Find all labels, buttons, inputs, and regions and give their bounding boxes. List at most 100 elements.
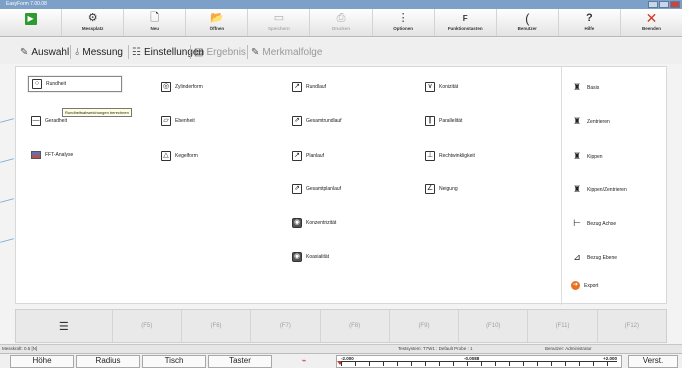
function-keys-icon: F [462, 14, 468, 23]
circle-icon: ○ [32, 79, 42, 89]
f11-button[interactable]: (F11) [528, 310, 598, 342]
perpendicularity-icon: ⊥ [425, 151, 435, 161]
concentricity-icon: ◉ [292, 218, 302, 228]
characteristic-label: Parallelität [439, 118, 463, 124]
function-kippen[interactable]: ♜ Kippen [571, 151, 603, 162]
characteristic-rechtwinkligkeit[interactable]: ⊥ Rechtwinkligkeit [425, 151, 475, 161]
characteristic-label: FFT-Analyse [45, 152, 74, 158]
status-system: Testsystem: T7W1 : Default Probe : 1 [398, 346, 473, 351]
options-icon: ⋮ [397, 12, 409, 24]
total-runout-icon: ⇗ [292, 116, 302, 126]
sequence-icon: ✎ [251, 46, 260, 58]
tab-messung[interactable]: ⫰ Messung [75, 42, 123, 62]
fft-chart-icon [31, 151, 41, 159]
window-close-button[interactable] [670, 1, 680, 8]
f10-button[interactable]: (F10) [459, 310, 529, 342]
straightness-icon: — [31, 116, 41, 126]
tab-divider [128, 45, 129, 59]
readout-bar: Höhe Radius Tisch Taster ⌁ -2.000 -0.008… [0, 353, 682, 368]
f5-button[interactable]: (F5) [113, 310, 182, 342]
characteristic-label: Kegelform [175, 153, 198, 159]
characteristic-gesamtplanlauf[interactable]: ⇗ Gesamtplanlauf [292, 184, 341, 194]
f6-button[interactable]: (F6) [182, 310, 252, 342]
new-button[interactable]: 🗋 Neu [124, 9, 187, 36]
total-axial-runout-icon: ⇗ [292, 184, 302, 194]
help-button[interactable]: ? Hilfe [559, 9, 621, 36]
characteristic-ebenheit[interactable]: ▱ Ebenheit [161, 116, 195, 126]
characteristics-panel: ○ Rundheit Rundheitsabweichungen berechn… [15, 66, 667, 305]
characteristic-label: Koaxialität [306, 254, 330, 260]
exit-button[interactable]: ✕ Beenden [621, 9, 682, 36]
exit-label: Beenden [641, 26, 661, 31]
status-unit: Messkraft: 0.5 [N] [2, 346, 38, 351]
function-bezug-achse[interactable]: ⊢ Bezug Achse [571, 218, 616, 229]
characteristic-geradheit[interactable]: — Geradheit [31, 116, 67, 126]
characteristic-kegelform[interactable]: △ Kegelform [161, 151, 198, 161]
function-keys-button[interactable]: F Funktionstasten [435, 9, 497, 36]
characteristic-label: Rundheit [46, 81, 67, 87]
tab-divider [247, 45, 248, 59]
characteristic-label: Ebenheit [175, 118, 195, 124]
decoration-line [0, 158, 14, 163]
verst-readout[interactable]: Verst. [628, 355, 678, 368]
flatness-icon: ▱ [161, 116, 171, 126]
tab-auswahl[interactable]: ✎ Auswahl [20, 42, 69, 62]
characteristic-konizitaet[interactable]: ∨ Konizität [425, 82, 458, 92]
characteristic-neigung[interactable]: ∠ Neigung [425, 184, 458, 194]
characteristic-rundheit[interactable]: ○ Rundheit [28, 76, 122, 92]
new-document-icon: 🗋 [150, 12, 160, 24]
user-icon: ( [525, 11, 530, 26]
decoration-line [0, 198, 14, 203]
f12-button[interactable]: (F12) [598, 310, 666, 342]
function-kippen-zentrieren[interactable]: ♜ Kippen/Zentrieren [571, 184, 627, 195]
tab-auswahl-label: Auswahl [31, 46, 70, 58]
function-export[interactable]: ➜ Export [571, 281, 598, 290]
measurement-station-button[interactable]: ⚙ Messplatz [62, 9, 125, 36]
characteristic-planlauf[interactable]: ↗ Planlauf [292, 151, 324, 161]
radius-label: Radius [95, 356, 121, 365]
tab-ergebnis[interactable]: ▤ Ergebnis [194, 42, 246, 62]
maximize-button[interactable] [659, 1, 669, 8]
characteristic-fft-analyse[interactable]: FFT-Analyse [31, 151, 73, 159]
tab-messung-label: Messung [82, 46, 123, 58]
menu-key-button[interactable]: ☰ [16, 310, 113, 342]
user-button[interactable]: ( Benutzer [497, 9, 559, 36]
options-button[interactable]: ⋮ Optionen [373, 9, 435, 36]
print-button[interactable]: ⎙ Drucken [310, 9, 373, 36]
function-label: Kippen/Zentrieren [587, 186, 627, 193]
function-zentrieren[interactable]: ♜ Zentrieren [571, 116, 610, 127]
tab-merkmalfolge[interactable]: ✎ Merkmalfolge [251, 42, 322, 62]
window-title: EasyForm 7.00.08 [6, 1, 47, 7]
characteristic-label: Planlauf [306, 153, 325, 159]
characteristic-konzentrizitaet[interactable]: ◉ Konzentrizität [292, 218, 336, 228]
characteristic-parallelitaet[interactable]: ∥ Parallelität [425, 116, 462, 126]
characteristic-rundlauf[interactable]: ↗ Rundlauf [292, 82, 326, 92]
f8-button[interactable]: (F8) [321, 310, 390, 342]
save-button[interactable]: ▭ Speichern [248, 9, 311, 36]
close-icon: ✕ [645, 10, 658, 26]
basis-icon: ♜ [572, 82, 582, 92]
function-basis[interactable]: ♜ Basis [571, 82, 599, 93]
tisch-readout: Tisch [142, 355, 206, 368]
characteristic-koaxialitaet[interactable]: ◉ Koaxialität [292, 252, 329, 262]
f9-button[interactable]: (F9) [390, 310, 460, 342]
characteristic-label: Konzentrizität [306, 220, 337, 226]
minimize-button[interactable] [648, 1, 658, 8]
f7-button[interactable]: (F7) [251, 310, 321, 342]
open-button[interactable]: 📂 Öffnen [186, 9, 249, 36]
radius-readout: Radius [76, 355, 140, 368]
save-icon: ▭ [273, 12, 285, 24]
parallelism-icon: ∥ [425, 116, 435, 126]
reference-plane-icon: ⊿ [573, 252, 581, 262]
characteristic-label: Gesamtplanlauf [306, 186, 342, 192]
characteristic-zylinderform[interactable]: ◎ Zylinderform [161, 82, 203, 92]
start-button[interactable]: ▶ [0, 9, 63, 36]
toolbar: ▶ ⚙ Messplatz 🗋 Neu 📂 Öffnen ▭ Speichern… [0, 9, 682, 37]
characteristic-label: Konizität [439, 84, 459, 90]
characteristic-gesamtrundlauf[interactable]: ⇗ Gesamtrundlauf [292, 116, 342, 126]
inclination-icon: ∠ [425, 184, 435, 194]
hoehe-label: Höhe [32, 356, 52, 365]
function-bezug-ebene[interactable]: ⊿ Bezug Ebene [571, 252, 617, 263]
function-label: Bezug Achse [587, 220, 617, 227]
options-label: Optionen [393, 26, 413, 31]
